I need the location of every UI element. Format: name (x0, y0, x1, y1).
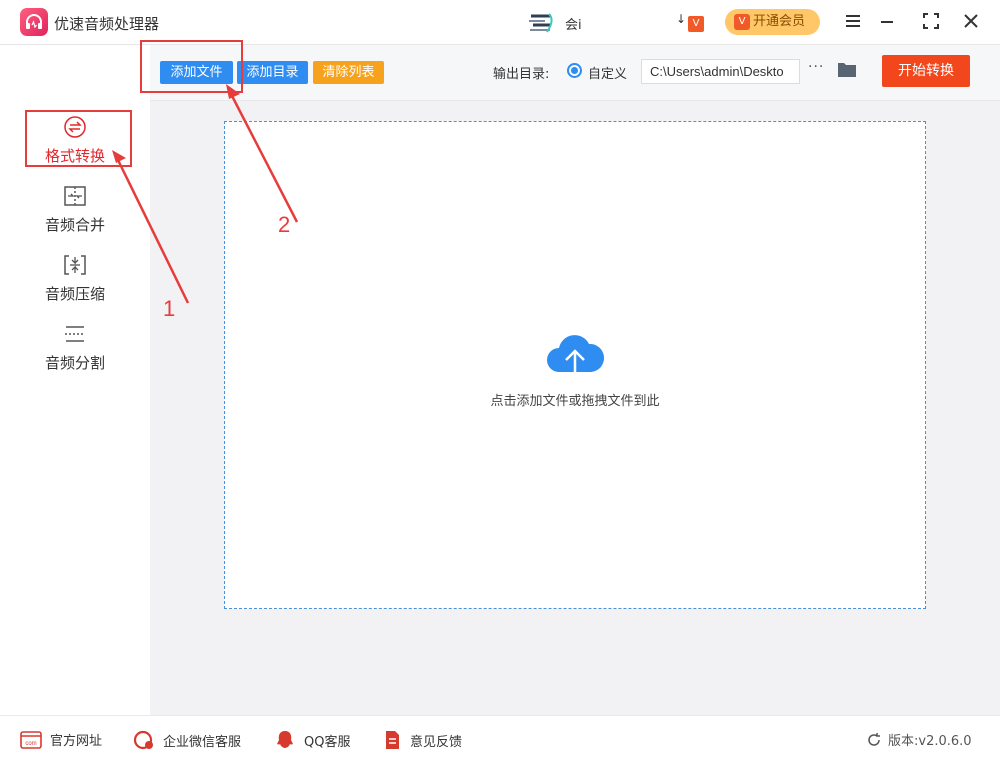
vip-badge-icon: V (688, 16, 705, 32)
sidebar-item-label: 音频压缩 (44, 285, 105, 303)
qq-support-label: QQ客服 (304, 735, 351, 750)
custom-output-radio[interactable] (567, 63, 582, 78)
file-drop-zone[interactable]: 点击添加文件或拖拽文件到此 (224, 121, 926, 609)
output-path-field[interactable]: C:\Users\admin\Deskto (641, 59, 800, 84)
main-content: 点击添加文件或拖拽文件到此 (150, 101, 1000, 715)
vip-status[interactable]: ↓ V (676, 12, 705, 32)
app-title: 优速音频处理器 (54, 15, 160, 33)
svg-text:com: com (25, 741, 36, 747)
merge-icon (64, 186, 86, 206)
user-name: 会i (565, 18, 582, 33)
annotation-step-1: 1 (163, 296, 176, 321)
menu-icon[interactable] (842, 10, 864, 32)
version-label: 版本:v2.0.6.0 (888, 734, 972, 749)
vip-crown-icon: V (734, 14, 750, 30)
drop-hint-text: 点击添加文件或拖拽文件到此 (490, 394, 660, 409)
sidebar-item-audio-merge[interactable]: 音频合并 (0, 184, 150, 235)
highlight-box-add-file (140, 40, 243, 93)
website-label: 官方网址 (50, 734, 103, 749)
open-vip-button[interactable]: V 开通会员 (725, 9, 820, 35)
custom-output-label: 自定义 (588, 67, 628, 82)
wechat-icon (133, 730, 153, 750)
footer: com 官方网址 企业微信客服 QQ客服 意见反馈 版本:v2.0.6.0 (0, 715, 1000, 760)
maximize-icon[interactable] (920, 10, 942, 32)
vip-arrow: ↓ (676, 12, 687, 26)
refresh-icon (868, 733, 880, 746)
browse-more-button[interactable]: ··· (808, 59, 824, 75)
app-logo-icon (20, 8, 48, 36)
compress-icon (64, 255, 86, 275)
add-folder-button[interactable]: 添加目录 (237, 61, 308, 84)
split-icon (65, 326, 85, 342)
sidebar-item-audio-split[interactable]: 音频分割 (0, 322, 150, 373)
website-icon: com (20, 731, 42, 749)
website-link[interactable]: com 官方网址 (20, 730, 102, 749)
highlight-box-format-convert (25, 110, 132, 167)
output-dir-label: 输出目录: (493, 67, 550, 82)
sidebar-item-label: 音频分割 (44, 354, 105, 372)
wechat-support-link[interactable]: 企业微信客服 (133, 730, 241, 750)
folder-icon[interactable] (837, 61, 857, 78)
sidebar-item-label: 音频合并 (44, 216, 105, 234)
qq-support-link[interactable]: QQ客服 (274, 730, 350, 750)
annotation-step-2: 2 (278, 212, 291, 237)
wechat-support-label: 企业微信客服 (163, 735, 242, 750)
open-vip-label: 开通会员 (753, 14, 806, 29)
minimize-icon[interactable] (876, 10, 898, 32)
start-convert-button[interactable]: 开始转换 (882, 55, 970, 87)
close-icon[interactable] (960, 10, 982, 32)
qq-icon (277, 731, 293, 748)
user-avatar-icon (529, 13, 553, 33)
version-info: 版本:v2.0.6.0 (866, 730, 972, 749)
sidebar-item-audio-compress[interactable]: 音频压缩 (0, 253, 150, 304)
cloud-upload-icon (547, 335, 605, 380)
clear-list-button[interactable]: 清除列表 (313, 61, 384, 84)
feedback-label: 意见反馈 (410, 735, 463, 750)
title-bar: 优速音频处理器 会i ↓ V V 开通会员 (0, 0, 1000, 45)
toolbar: 添加文件 添加目录 清除列表 输出目录: 自定义 C:\Users\admin\… (150, 45, 1000, 101)
feedback-icon (386, 731, 399, 749)
app-window: 优速音频处理器 会i ↓ V V 开通会员 格式转换 音频合并 音频压缩 音频分… (0, 0, 1000, 760)
feedback-link[interactable]: 意见反馈 (382, 730, 462, 750)
